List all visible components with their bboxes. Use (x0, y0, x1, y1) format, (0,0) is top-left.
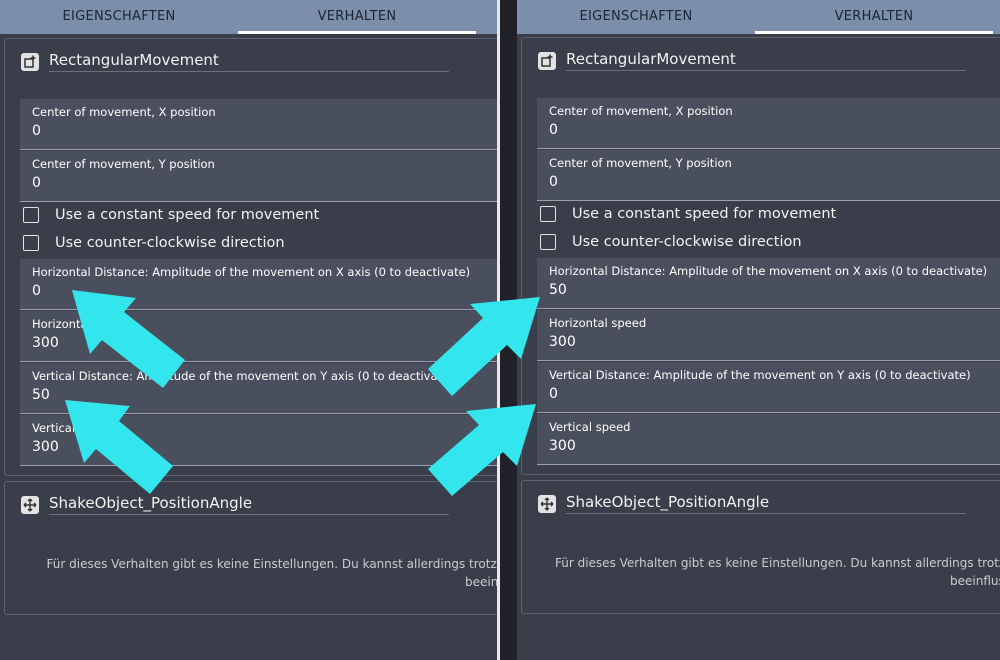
field-label: Center of movement, X position (549, 104, 733, 118)
behavior-card-rectangular-movement: RectangularMovement Center of movement, … (4, 38, 497, 476)
no-settings-note: Für dieses Verhalten gibt es keine Einst… (5, 555, 497, 591)
field-value[interactable]: 0 (549, 122, 558, 138)
center-y-field[interactable]: Center of movement, Y position 0 (537, 150, 1000, 201)
no-settings-note: Für dieses Verhalten gibt es keine Einst… (522, 554, 1000, 590)
field-label: Horizontal speed (32, 317, 130, 331)
checkbox-unchecked-icon[interactable] (540, 234, 556, 250)
checkbox-label: Use counter-clockwise direction (572, 234, 802, 250)
checkbox-unchecked-icon[interactable] (540, 206, 556, 222)
vertical-distance-field[interactable]: Vertical Distance: Amplitude of the move… (537, 362, 1000, 413)
behavior-title: RectangularMovement (49, 51, 449, 72)
field-value[interactable]: 300 (32, 335, 59, 351)
properties-panel-right: EIGENSCHAFTEN VERHALTEN RectangularMovem… (517, 0, 1000, 660)
field-value[interactable]: 0 (549, 174, 558, 190)
note-line-2: beeinflusse (950, 574, 1000, 588)
constant-speed-checkbox[interactable]: Use a constant speed for movement (540, 206, 836, 222)
horizontal-speed-field[interactable]: Horizontal speed 300 (537, 310, 1000, 361)
note-line-1: Für dieses Verhalten gibt es keine Einst… (46, 557, 497, 571)
field-value[interactable]: 0 (32, 123, 41, 139)
add-box-icon (538, 51, 556, 70)
field-label: Horizontal speed (549, 316, 647, 330)
behavior-card-shake-object: ShakeObject_PositionAngle Für dieses Ver… (521, 480, 1000, 614)
tab-bar: EIGENSCHAFTEN VERHALTEN (0, 0, 497, 34)
field-label: Horizontal Distance: Amplitude of the mo… (32, 265, 471, 279)
vertical-speed-field[interactable]: Vertical speed 300 (20, 415, 497, 466)
tab-bar: EIGENSCHAFTEN VERHALTEN (517, 0, 1000, 34)
field-value[interactable]: 0 (32, 283, 41, 299)
checkbox-label: Use a constant speed for movement (572, 206, 837, 222)
center-y-field[interactable]: Center of movement, Y position 0 (20, 151, 497, 202)
background-gap (500, 0, 517, 660)
vertical-speed-field[interactable]: Vertical speed 300 (537, 414, 1000, 465)
field-value[interactable]: 300 (32, 439, 59, 455)
vertical-distance-field[interactable]: Vertical Distance: Amplitude of the move… (20, 363, 497, 414)
counter-clockwise-checkbox[interactable]: Use counter-clockwise direction (540, 234, 802, 250)
field-value[interactable]: 50 (549, 282, 567, 298)
field-value[interactable]: 50 (32, 387, 50, 403)
center-x-field[interactable]: Center of movement, X position 0 (20, 99, 497, 150)
checkbox-label: Use counter-clockwise direction (55, 235, 285, 251)
behavior-title: RectangularMovement (566, 50, 966, 71)
field-label: Center of movement, Y position (549, 156, 732, 170)
behavior-title: ShakeObject_PositionAngle (49, 494, 449, 515)
horizontal-distance-field[interactable]: Horizontal Distance: Amplitude of the mo… (20, 259, 497, 310)
add-box-icon (21, 52, 39, 71)
behavior-card-rectangular-movement: RectangularMovement Center of movement, … (521, 37, 1000, 475)
checkbox-unchecked-icon[interactable] (23, 207, 39, 223)
horizontal-speed-field[interactable]: Horizontal speed 300 (20, 311, 497, 362)
move-arrows-icon (21, 495, 39, 514)
field-label: Vertical speed (549, 420, 631, 434)
behavior-title: ShakeObject_PositionAngle (566, 493, 966, 514)
tab-eigenschaften[interactable]: EIGENSCHAFTEN (517, 0, 755, 34)
checkbox-label: Use a constant speed for movement (55, 207, 320, 223)
field-label: Center of movement, Y position (32, 157, 215, 171)
tab-verhalten[interactable]: VERHALTEN (755, 0, 993, 34)
behavior-card-shake-object: ShakeObject_PositionAngle Für dieses Ver… (4, 481, 497, 615)
field-label: Center of movement, X position (32, 105, 216, 119)
checkbox-unchecked-icon[interactable] (23, 235, 39, 251)
field-label: Horizontal Distance: Amplitude of the mo… (549, 264, 988, 278)
field-value[interactable]: 300 (549, 334, 576, 350)
behavior-header[interactable]: RectangularMovement (538, 50, 966, 71)
field-value[interactable]: 0 (32, 175, 41, 191)
behavior-header[interactable]: RectangularMovement (21, 51, 449, 72)
behavior-header[interactable]: ShakeObject_PositionAngle (538, 493, 966, 514)
note-line-1: Für dieses Verhalten gibt es keine Einst… (555, 556, 1000, 570)
tab-verhalten[interactable]: VERHALTEN (238, 0, 476, 34)
field-value[interactable]: 0 (549, 386, 558, 402)
field-label: Vertical Distance: Amplitude of the move… (549, 368, 971, 382)
field-label: Vertical Distance: Amplitude of the move… (32, 369, 454, 383)
center-x-field[interactable]: Center of movement, X position 0 (537, 98, 1000, 149)
properties-panel-left: EIGENSCHAFTEN VERHALTEN RectangularMovem… (0, 0, 497, 660)
field-label: Vertical speed (32, 421, 114, 435)
note-line-2: beeinflussen (465, 575, 497, 589)
move-arrows-icon (538, 494, 556, 513)
horizontal-distance-field[interactable]: Horizontal Distance: Amplitude of the mo… (537, 258, 1000, 309)
constant-speed-checkbox[interactable]: Use a constant speed for movement (23, 207, 319, 223)
counter-clockwise-checkbox[interactable]: Use counter-clockwise direction (23, 235, 285, 251)
field-value[interactable]: 300 (549, 438, 576, 454)
behavior-header[interactable]: ShakeObject_PositionAngle (21, 494, 449, 515)
tab-eigenschaften[interactable]: EIGENSCHAFTEN (0, 0, 238, 34)
